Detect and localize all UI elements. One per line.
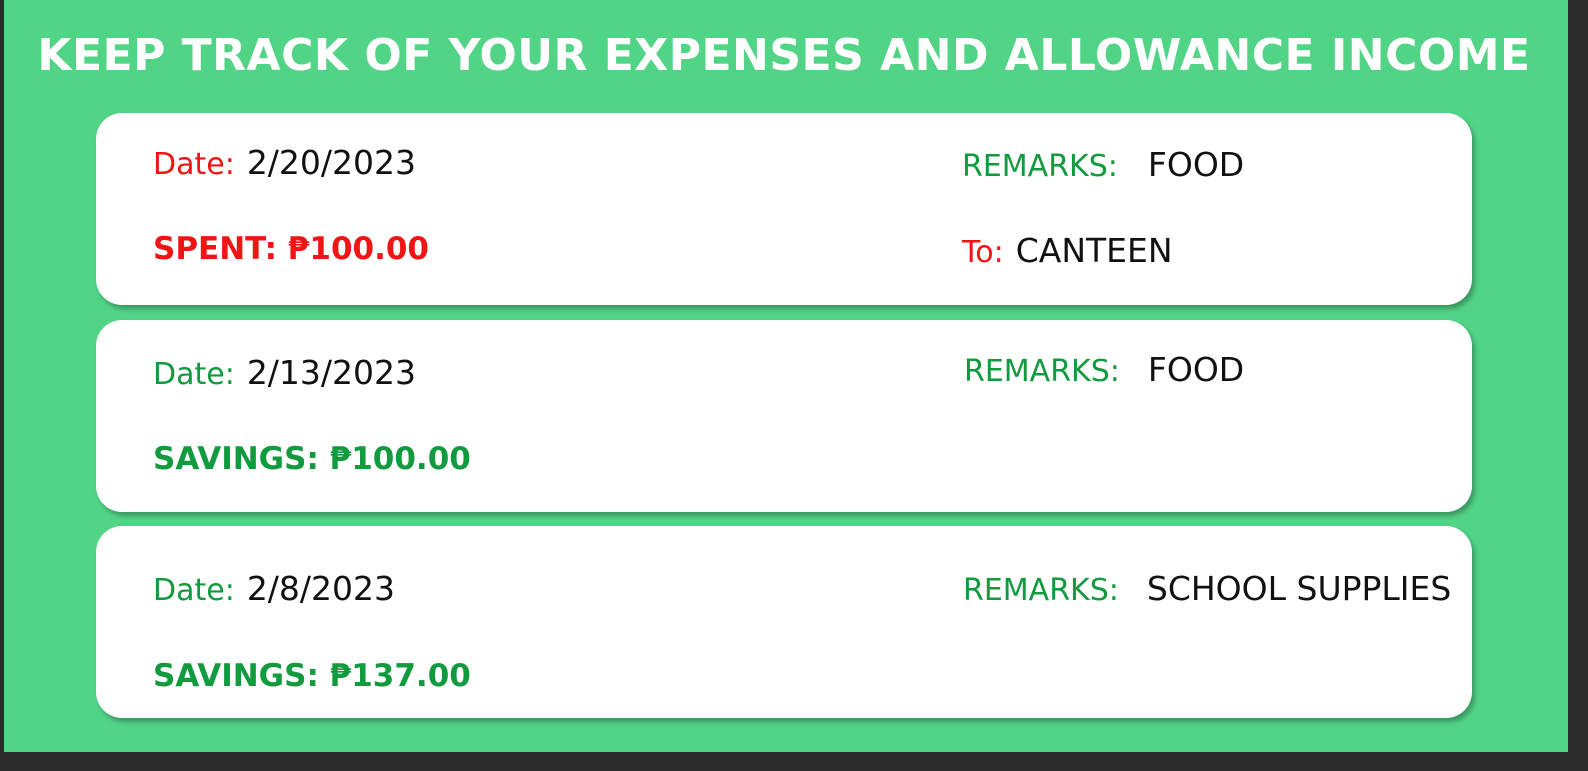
- savings-amount: SAVINGS: ₱137.00: [153, 658, 471, 694]
- remarks-field: REMARKS: FOOD: [964, 350, 1244, 389]
- remarks-value: FOOD: [1147, 145, 1245, 184]
- remarks-value: SCHOOL SUPPLIES: [1146, 569, 1452, 608]
- date-field: Date: 2/13/2023: [153, 353, 416, 392]
- entry-card[interactable]: Date: 2/13/2023 REMARKS: FOOD SAVINGS: ₱…: [96, 320, 1472, 512]
- date-value: 2/13/2023: [246, 353, 417, 392]
- entry-card[interactable]: Date: 2/8/2023 REMARKS: SCHOOL SUPPLIES …: [96, 526, 1472, 718]
- date-value: 2/20/2023: [246, 143, 417, 182]
- page-title: KEEP TRACK OF YOUR EXPENSES AND ALLOWANC…: [37, 30, 1531, 81]
- to-value: CANTEEN: [1015, 231, 1173, 270]
- date-label: Date:: [153, 147, 235, 182]
- recipient-field: To: CANTEEN: [962, 231, 1173, 270]
- savings-amount: SAVINGS: ₱100.00: [153, 441, 471, 477]
- spent-amount: SPENT: ₱100.00: [153, 231, 430, 267]
- remarks-field: REMARKS: SCHOOL SUPPLIES: [963, 569, 1451, 608]
- date-value: 2/8/2023: [246, 569, 396, 608]
- to-label: To:: [962, 235, 1004, 270]
- date-label: Date:: [153, 573, 235, 608]
- remarks-label: REMARKS:: [964, 354, 1120, 389]
- remarks-label: REMARKS:: [963, 573, 1119, 608]
- remarks-field: REMARKS: FOOD: [962, 145, 1244, 184]
- amount-field: SPENT: ₱100.00: [153, 231, 429, 267]
- date-field: Date: 2/20/2023: [153, 143, 416, 182]
- amount-field: SAVINGS: ₱137.00: [153, 658, 471, 694]
- remarks-label: REMARKS:: [962, 149, 1118, 184]
- remarks-value: FOOD: [1147, 350, 1245, 389]
- amount-field: SAVINGS: ₱100.00: [153, 441, 471, 477]
- date-field: Date: 2/8/2023: [153, 569, 395, 608]
- date-label: Date:: [153, 357, 235, 392]
- entry-card[interactable]: Date: 2/20/2023 REMARKS: FOOD SPENT: ₱10…: [96, 113, 1472, 305]
